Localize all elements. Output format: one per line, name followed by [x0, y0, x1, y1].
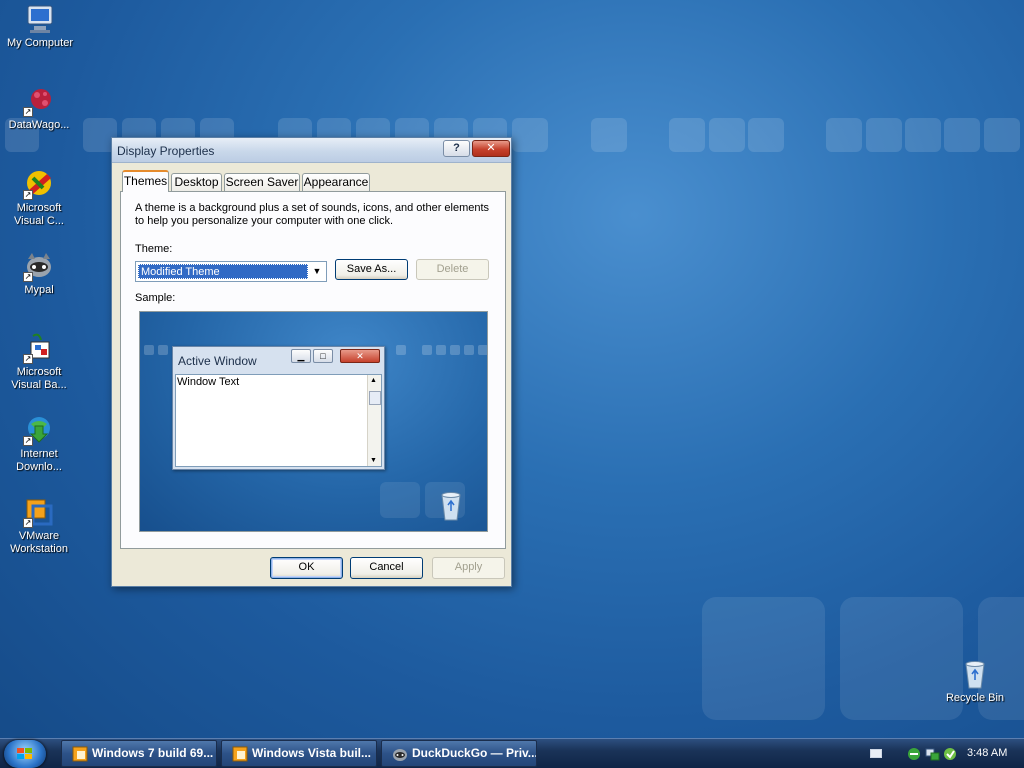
shortcut-arrow-icon: ↗ — [23, 272, 33, 282]
my-computer-icon — [24, 3, 56, 35]
tab-appearance[interactable]: Appearance — [302, 173, 370, 192]
themes-panel: A theme is a background plus a set of so… — [120, 191, 506, 549]
theme-select[interactable]: Modified Theme ▼ — [135, 261, 327, 282]
sample-scrollbar: ▲ ▼ — [367, 375, 381, 466]
display-properties-dialog: Display Properties ? ✕ Themes Desktop Sc… — [111, 137, 512, 587]
recycle-bin-icon — [959, 658, 991, 690]
taskbar-item[interactable]: Windows 7 build 69... — [61, 740, 217, 767]
connection-icon[interactable] — [924, 746, 940, 765]
theme-sample-preview: Active Window ▁ □ ✕ Window Text ▲ ▼ — [139, 311, 488, 532]
desktop-icon-label: My Computer — [6, 37, 74, 49]
utility-icon[interactable] — [942, 746, 958, 765]
windows-logo-icon — [17, 748, 33, 760]
shortcut-arrow-icon: ↗ — [23, 436, 33, 446]
taskbar-item[interactable]: Windows Vista buil... — [221, 740, 377, 767]
shortcut-arrow-icon: ↗ — [23, 190, 33, 200]
tab-desktop[interactable]: Desktop — [171, 173, 222, 192]
taskbar-item[interactable]: DuckDuckGo — Priv... — [381, 740, 537, 767]
sample-window-text: Window Text — [177, 376, 240, 388]
shortcut-arrow-icon: ↗ — [23, 518, 33, 528]
visual-basic-icon: ↗ — [23, 332, 55, 364]
desktop-icon-visual-c[interactable]: ↗ Microsoft Visual C... — [1, 168, 77, 228]
chevron-down-icon[interactable]: ▼ — [309, 263, 325, 280]
shortcut-arrow-icon: ↗ — [23, 107, 33, 117]
save-as-button[interactable]: Save As... — [335, 259, 408, 280]
scroll-down-icon: ▼ — [370, 457, 377, 464]
vmware-window-icon — [72, 746, 88, 762]
taskbar-item-label: Windows 7 build 69... — [92, 746, 214, 760]
theme-select-value: Modified Theme — [138, 264, 308, 279]
system-tray: 3:48 AM — [862, 739, 1024, 768]
desktop-icon-label: DataWago... — [8, 119, 70, 131]
desktop-icon-datawagon[interactable]: ↗ DataWago... — [1, 85, 77, 132]
desktop-icon-vmware[interactable]: ↗ VMware Workstation — [1, 496, 77, 556]
desktop-icon-internet-download[interactable]: ↗ Internet Downlo... — [1, 414, 77, 474]
desktop-icon-label: Mypal — [24, 284, 54, 296]
help-button[interactable]: ? — [443, 140, 470, 157]
close-icon: ✕ — [340, 349, 380, 363]
desktop-icon-recycle-bin[interactable]: Recycle Bin — [937, 658, 1013, 705]
visual-c-icon: ↗ — [23, 168, 55, 200]
scroll-up-icon: ▲ — [370, 377, 377, 384]
dialog-title: Display Properties — [117, 144, 215, 158]
tab-themes[interactable]: Themes — [122, 170, 169, 192]
dialog-titlebar[interactable]: Display Properties ? ✕ — [112, 138, 511, 163]
datawagon-icon: ↗ — [23, 85, 55, 117]
sample-label: Sample: — [135, 292, 176, 304]
desktop-icon-label: Microsoft Visual Ba... — [11, 366, 67, 391]
mypal-icon: ↗ — [23, 250, 55, 282]
close-button[interactable]: ✕ — [472, 140, 510, 157]
scroll-thumb — [369, 391, 381, 405]
mypal-browser-icon — [392, 746, 408, 762]
desktop-icon-mypal[interactable]: ↗ Mypal — [1, 250, 77, 297]
maximize-icon: □ — [313, 349, 333, 363]
desktop-icon-label: Microsoft Visual C... — [14, 202, 64, 227]
start-button[interactable] — [4, 740, 46, 768]
ok-button[interactable]: OK — [270, 557, 343, 579]
sample-window-title: Active Window — [178, 354, 257, 368]
taskbar-item-label: DuckDuckGo — Priv... — [412, 746, 537, 760]
shortcut-arrow-icon: ↗ — [23, 354, 33, 364]
keyboard-icon[interactable] — [870, 749, 882, 758]
desktop-icon-label: Recycle Bin — [945, 692, 1005, 704]
network-icon[interactable] — [906, 746, 922, 765]
desktop-icon-label: VMware Workstation — [10, 530, 68, 555]
theme-label: Theme: — [135, 243, 173, 255]
internet-download-icon: ↗ — [23, 414, 55, 446]
vmware-window-icon — [232, 746, 248, 762]
clock[interactable]: 3:48 AM — [967, 747, 1007, 759]
desktop-icon-my-computer[interactable]: My Computer — [2, 3, 78, 50]
desktop-icon-visual-basic[interactable]: ↗ Microsoft Visual Ba... — [1, 332, 77, 392]
sample-recycle-bin-icon — [438, 490, 464, 522]
apply-button[interactable]: Apply — [432, 557, 505, 579]
taskbar-item-label: Windows Vista buil... — [252, 746, 372, 760]
theme-description: A theme is a background plus a set of so… — [135, 202, 490, 227]
cancel-button[interactable]: Cancel — [350, 557, 423, 579]
sample-window-body: Window Text ▲ ▼ — [175, 374, 382, 467]
minimize-icon: ▁ — [291, 349, 311, 363]
delete-button[interactable]: Delete — [416, 259, 489, 280]
tab-screen-saver[interactable]: Screen Saver — [224, 173, 300, 192]
taskbar: Windows 7 build 69... Windows Vista buil… — [0, 738, 1024, 768]
vmware-icon: ↗ — [23, 496, 55, 528]
desktop-icon-label: Internet Downlo... — [16, 448, 62, 473]
sample-active-window: Active Window ▁ □ ✕ Window Text ▲ ▼ — [172, 346, 385, 470]
